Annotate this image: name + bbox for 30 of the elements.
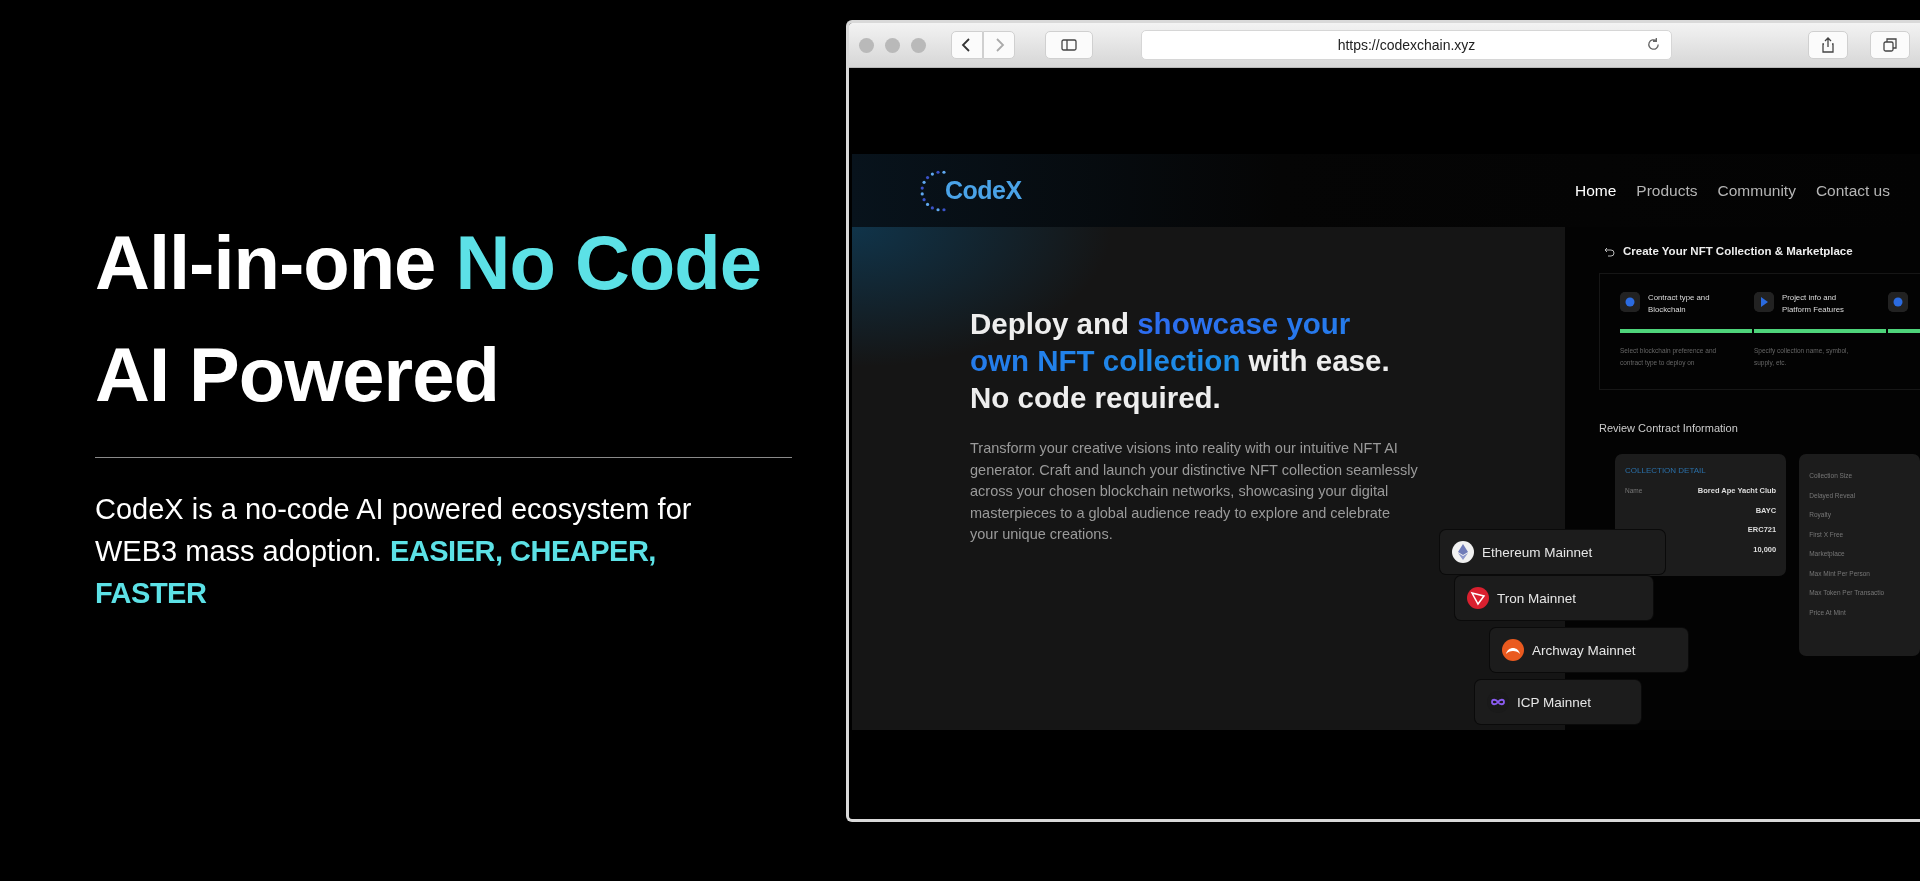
back-button[interactable]: [951, 31, 983, 59]
reload-icon: [1646, 37, 1661, 52]
address-field[interactable]: https://codexchain.xyz: [1141, 30, 1672, 60]
intro-text: CodeX is a no-code AI powered ecosystem for WEB3 mass adoption. EASIER, CHEAPER, FASTER: [95, 492, 693, 611]
nav-link[interactable]: Community: [1717, 181, 1796, 200]
arch-icon: [1502, 639, 1524, 661]
nav-link[interactable]: Contact us: [1815, 181, 1890, 200]
review-title: Review Contract Information: [1599, 422, 1739, 434]
sidebar-button[interactable]: [1045, 31, 1093, 59]
share-button[interactable]: [1808, 31, 1848, 59]
network-name: Archway Mainnet: [1532, 642, 1636, 658]
network-option[interactable]: ICP Mainnet: [1475, 680, 1641, 724]
wizard-title: Create Your NFT Collection & Marketplace: [1623, 245, 1853, 257]
nav-link[interactable]: Home: [1574, 181, 1617, 200]
network-name: Tron Mainnet: [1497, 590, 1577, 606]
tabs-icon: [1882, 37, 1898, 53]
network-name: ICP Mainnet: [1517, 694, 1592, 710]
hero-text: Transform your creative visions into reality with our intuitive NFT AI generator. Craft and launch your distinctive NFT collection seamlessly across your chosen blockchain networks, showcasing your digital masterpieces to a global audience ready to explore and celebrate your unique creations.: [970, 439, 1418, 544]
card-heading: COLLECTION DETAIL: [1625, 466, 1707, 475]
headline: All-in-one No Code AI Powered: [95, 219, 762, 419]
tabs-button[interactable]: [1870, 31, 1910, 59]
sidebar-icon: [1061, 37, 1077, 53]
nav-link[interactable]: Products: [1636, 181, 1698, 200]
network-option[interactable]: Ethereum Mainnet: [1440, 530, 1665, 574]
return-icon: [1604, 245, 1615, 257]
network-name: Ethereum Mainnet: [1482, 544, 1593, 560]
share-icon: [1820, 37, 1836, 53]
logo-text: CodeX: [945, 176, 1022, 205]
network-option[interactable]: Tron Mainnet: [1455, 576, 1653, 620]
network-option[interactable]: Archway Mainnet: [1490, 628, 1688, 672]
